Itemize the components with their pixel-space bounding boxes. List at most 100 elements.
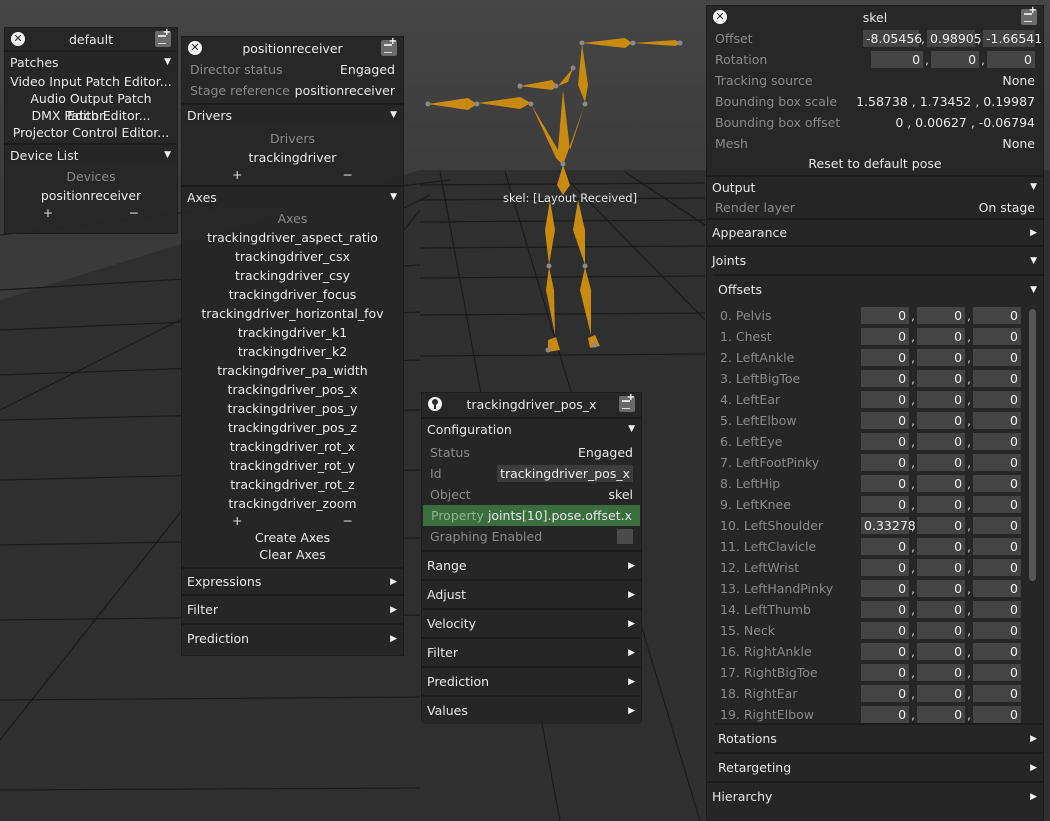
joint-offset-y-input[interactable]: 0 bbox=[917, 685, 966, 702]
field-value[interactable]: positionreceiver bbox=[295, 83, 395, 98]
joint-offset-y-input[interactable]: 0 bbox=[917, 622, 966, 639]
joint-offset-y-input[interactable]: 0 bbox=[917, 307, 966, 324]
axis-list-item[interactable]: trackingdriver_k1 bbox=[182, 323, 403, 342]
joint-offset-z-input[interactable]: 0 bbox=[973, 412, 1021, 429]
create-axes-button[interactable]: Create Axes bbox=[182, 529, 403, 546]
joint-offset-y-input[interactable]: 0 bbox=[917, 538, 966, 555]
list-item[interactable]: positionreceiver bbox=[5, 186, 177, 205]
axis-panel-title-bar[interactable]: trackingdriver_pos_x bbox=[422, 392, 641, 415]
section-output[interactable]: Output ▼ bbox=[707, 175, 1043, 197]
axis-list-item[interactable]: trackingdriver_aspect_ratio bbox=[182, 228, 403, 247]
joint-offset-x-input[interactable]: 0 bbox=[861, 496, 910, 513]
joint-offset-z-input[interactable]: 0 bbox=[973, 307, 1021, 324]
joint-offset-y-input[interactable]: 0 bbox=[917, 496, 966, 513]
remove-button[interactable]: − bbox=[129, 205, 139, 221]
axis-list-item[interactable]: trackingdriver_horizontal_fov bbox=[182, 304, 403, 323]
section-filter[interactable]: Filter ▶ bbox=[422, 637, 641, 666]
joint-offset-y-input[interactable]: 0 bbox=[917, 517, 966, 534]
joint-offset-z-input[interactable]: 0 bbox=[973, 685, 1021, 702]
joint-offset-z-input[interactable]: 0 bbox=[973, 580, 1021, 597]
close-icon[interactable]: ✕ bbox=[11, 32, 25, 46]
axis-list-item[interactable]: trackingdriver_rot_z bbox=[182, 475, 403, 494]
joint-offset-z-input[interactable]: 0 bbox=[973, 559, 1021, 576]
joint-offset-z-input[interactable]: 0 bbox=[973, 622, 1021, 639]
joint-offset-z-input[interactable]: 0 bbox=[973, 328, 1021, 345]
joint-offset-x-input[interactable]: 0 bbox=[861, 391, 910, 408]
remove-button[interactable]: − bbox=[343, 167, 353, 183]
joint-offset-x-input[interactable]: 0 bbox=[861, 580, 910, 597]
joint-offset-x-input[interactable]: 0 bbox=[861, 706, 910, 723]
joint-offset-y-input[interactable]: 0 bbox=[917, 391, 966, 408]
axis-list-item[interactable]: trackingdriver_csx bbox=[182, 247, 403, 266]
property-row[interactable]: Property joints[10].pose.offset.x bbox=[423, 505, 640, 526]
offset-z-input[interactable]: -1.66541 bbox=[983, 30, 1042, 47]
joint-offset-z-input[interactable]: 0 bbox=[973, 643, 1021, 660]
joint-offset-z-input[interactable]: 0 bbox=[973, 370, 1021, 387]
field-value[interactable]: joints[10].pose.offset.x bbox=[488, 508, 632, 523]
joint-offset-x-input[interactable]: 0 bbox=[861, 559, 910, 576]
joint-offset-x-input[interactable]: 0 bbox=[861, 412, 910, 429]
field-value[interactable]: None bbox=[1002, 73, 1035, 88]
axis-list-item[interactable]: trackingdriver_k2 bbox=[182, 342, 403, 361]
joint-offset-z-input[interactable]: 0 bbox=[973, 349, 1021, 366]
section-range[interactable]: Range ▶ bbox=[422, 550, 641, 579]
add-button[interactable]: + bbox=[232, 167, 242, 183]
info-icon[interactable] bbox=[428, 397, 442, 411]
reset-pose-button[interactable]: Reset to default pose bbox=[707, 154, 1043, 173]
axis-list-item[interactable]: trackingdriver_zoom bbox=[182, 494, 403, 513]
joint-offset-y-input[interactable]: 0 bbox=[917, 475, 966, 492]
joint-offset-z-input[interactable]: 0 bbox=[973, 454, 1021, 471]
axis-list-item[interactable]: trackingdriver_focus bbox=[182, 285, 403, 304]
graphing-checkbox[interactable] bbox=[617, 529, 633, 544]
joint-offset-z-input[interactable]: 0 bbox=[973, 664, 1021, 681]
section-retargeting[interactable]: Retargeting ▶ bbox=[713, 752, 1043, 781]
notes-icon[interactable] bbox=[1021, 5, 1037, 25]
axis-list-item[interactable]: trackingdriver_pos_x bbox=[182, 380, 403, 399]
joint-offset-x-input[interactable]: 0 bbox=[861, 454, 910, 471]
clear-axes-button[interactable]: Clear Axes bbox=[182, 546, 403, 563]
section-prediction[interactable]: Prediction ▶ bbox=[182, 623, 403, 652]
joint-offset-y-input[interactable]: 0 bbox=[917, 328, 966, 345]
remove-button[interactable]: − bbox=[343, 513, 353, 529]
section-axes[interactable]: Axes ▼ bbox=[182, 185, 403, 207]
joint-offset-z-input[interactable]: 0 bbox=[973, 475, 1021, 492]
section-filter[interactable]: Filter ▶ bbox=[182, 594, 403, 623]
joint-offset-z-input[interactable]: 0 bbox=[973, 517, 1021, 534]
joint-offset-x-input[interactable]: 0 bbox=[861, 328, 910, 345]
joint-offset-y-input[interactable]: 0 bbox=[917, 349, 966, 366]
joint-offset-y-input[interactable]: 0 bbox=[917, 559, 966, 576]
section-prediction[interactable]: Prediction ▶ bbox=[422, 666, 641, 695]
offset-y-input[interactable]: 0.98905 bbox=[927, 30, 982, 47]
offset-x-input[interactable]: -8.05456 bbox=[863, 30, 922, 47]
joint-offset-y-input[interactable]: 0 bbox=[917, 601, 966, 618]
section-device-list[interactable]: Device List ▼ bbox=[5, 143, 177, 165]
section-rotations[interactable]: Rotations ▶ bbox=[713, 723, 1043, 752]
joint-offset-z-input[interactable]: 0 bbox=[973, 496, 1021, 513]
joint-offset-x-input[interactable]: 0 bbox=[861, 685, 910, 702]
axis-list-item[interactable]: trackingdriver_pa_width bbox=[182, 361, 403, 380]
notes-icon[interactable] bbox=[155, 27, 171, 47]
joint-offset-y-input[interactable]: 0 bbox=[917, 706, 966, 723]
section-expressions[interactable]: Expressions ▶ bbox=[182, 567, 403, 594]
axis-list-item[interactable]: trackingdriver_rot_y bbox=[182, 456, 403, 475]
axis-list-item[interactable]: trackingdriver_pos_y bbox=[182, 399, 403, 418]
joint-offset-x-input[interactable]: 0 bbox=[861, 643, 910, 660]
rotation-x-input[interactable]: 0 bbox=[871, 51, 924, 68]
joint-offset-x-input[interactable]: 0 bbox=[861, 349, 910, 366]
section-patches[interactable]: Patches ▼ bbox=[5, 50, 177, 72]
joint-offset-z-input[interactable]: 0 bbox=[973, 706, 1021, 723]
skel-title-bar[interactable]: ✕ skel bbox=[707, 5, 1043, 28]
positionreceiver-title-bar[interactable]: ✕ positionreceiver bbox=[182, 36, 403, 59]
joint-offset-y-input[interactable]: 0 bbox=[917, 643, 966, 660]
joint-offset-x-input[interactable]: 0 bbox=[861, 475, 910, 492]
section-values[interactable]: Values ▶ bbox=[422, 695, 641, 724]
rotation-y-input[interactable]: 0 bbox=[931, 51, 980, 68]
section-joints[interactable]: Joints ▼ bbox=[707, 245, 1043, 274]
joint-offset-x-input[interactable]: 0 bbox=[861, 664, 910, 681]
joint-offset-y-input[interactable]: 0 bbox=[917, 370, 966, 387]
default-panel-title-bar[interactable]: ✕ default bbox=[5, 27, 177, 50]
section-offsets[interactable]: Offsets ▼ bbox=[713, 274, 1043, 303]
axis-list-item[interactable]: trackingdriver_rot_x bbox=[182, 437, 403, 456]
joint-offset-y-input[interactable]: 0 bbox=[917, 454, 966, 471]
joint-offset-z-input[interactable]: 0 bbox=[973, 601, 1021, 618]
